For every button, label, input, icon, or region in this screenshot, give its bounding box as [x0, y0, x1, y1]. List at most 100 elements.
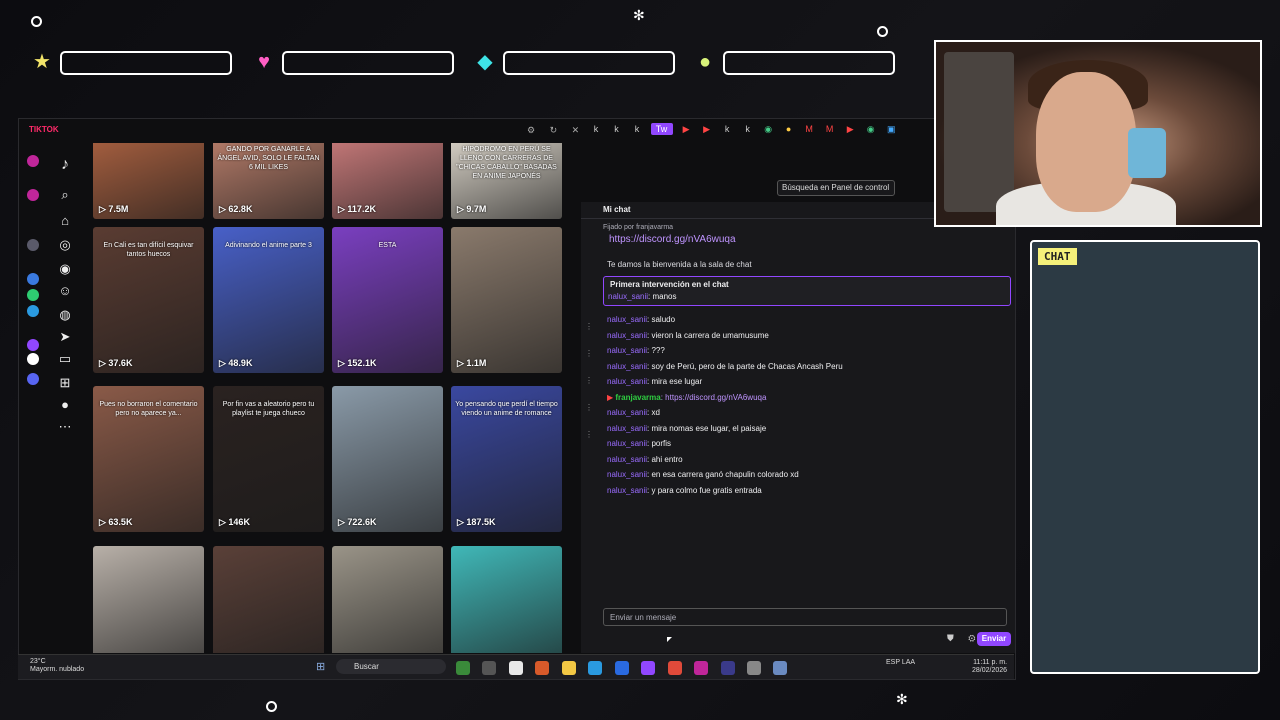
messages-icon[interactable]: ➤	[57, 329, 73, 345]
video-thumbnail[interactable]	[451, 546, 562, 653]
video-thumbnail[interactable]: Adivinando el anime parte 3 ▷ 48.9K	[213, 227, 324, 373]
video-thumbnail[interactable]	[332, 546, 443, 653]
rail-app-icon[interactable]	[27, 189, 39, 201]
video-view-count: ▷ 37.6K	[99, 358, 132, 369]
taskbar-app-icon[interactable]	[535, 660, 550, 675]
taskbar-app-icon[interactable]	[641, 660, 656, 675]
play-icon: ▷	[338, 358, 348, 368]
video-thumbnail[interactable]: GANDO POR GANARLE A ÁNGEL AVID, SOLO LE …	[213, 143, 324, 219]
language-indicator[interactable]: ESP LAA	[886, 659, 915, 666]
home-icon[interactable]: ⌂	[57, 213, 73, 229]
chat-username[interactable]: nalux_sanii	[607, 424, 647, 433]
rail-app-icon[interactable]	[27, 373, 39, 385]
explore-icon[interactable]: ◎	[57, 237, 73, 253]
chat-message: nalux_sanii: saludo	[607, 315, 1007, 331]
video-thumbnail[interactable]: ▷ 7.5M	[93, 143, 204, 219]
tab-kick[interactable]: k	[630, 123, 644, 135]
rail-app-icon[interactable]	[27, 273, 39, 285]
video-thumbnail[interactable]	[213, 546, 324, 653]
video-thumbnail[interactable]	[93, 546, 204, 653]
rail-app-icon[interactable]	[27, 305, 39, 317]
profile-avatar[interactable]: ●	[57, 397, 73, 413]
live-icon[interactable]: ◉	[57, 261, 73, 277]
taskbar-clock[interactable]: 11:11 p. m. 28/02/2026	[972, 659, 1007, 675]
tab-app[interactable]: ●	[782, 123, 796, 135]
taskbar-app-icon[interactable]	[694, 660, 709, 675]
tab-kick[interactable]: k	[610, 123, 624, 135]
rail-app-icon[interactable]	[27, 239, 39, 251]
chat-username[interactable]: nalux_sanii	[607, 470, 647, 479]
search-icon[interactable]: ⌕	[57, 187, 73, 203]
taskbar-app-icon[interactable]	[561, 660, 576, 675]
video-thumbnail[interactable]: ▷ 1.1M	[451, 227, 562, 373]
first-message: nalux_sanii: manos	[608, 292, 677, 301]
tab-chrome[interactable]: ◉	[864, 123, 878, 135]
tab-twitch[interactable]: Tw	[650, 123, 673, 135]
upload-icon[interactable]: ⊞	[57, 375, 73, 391]
chat-username[interactable]: nalux_sanii	[607, 331, 647, 340]
coin-icon: ●	[698, 51, 712, 73]
chat-username[interactable]: nalux_sanii	[607, 455, 647, 464]
tiktok-logo-icon[interactable]: ♪	[57, 157, 73, 173]
video-thumbnail[interactable]: ESTA ▷ 152.1K	[332, 227, 443, 373]
tab-chrome[interactable]: ◉	[761, 123, 775, 135]
tab-app[interactable]: ▣	[884, 123, 898, 135]
tab-youtube[interactable]: ▶	[700, 123, 714, 135]
tab-kick[interactable]: k	[589, 123, 603, 135]
chat-username[interactable]: nalux_sanii	[607, 346, 647, 355]
dashboard-search-input[interactable]: Búsqueda en Panel de control	[777, 180, 895, 196]
video-thumbnail[interactable]: Yo pensando que perdí el tiempo viendo u…	[451, 386, 562, 532]
chat-text[interactable]: : https://discord.gg/nVA6wuqa	[661, 393, 767, 402]
taskbar-app-icon[interactable]	[746, 660, 761, 675]
video-thumbnail[interactable]: HIPÓDROMO EN PERÚ SE LLENÓ CON CARRERAS …	[451, 143, 562, 219]
chat-title[interactable]: Mi chat	[603, 205, 631, 214]
following-icon[interactable]: ☺	[57, 283, 73, 299]
chat-username[interactable]: nalux_sanii	[607, 486, 647, 495]
rail-app-icon[interactable]	[27, 353, 39, 365]
chat-username[interactable]: nalux_sanii	[607, 315, 647, 324]
start-button[interactable]: ⊞	[316, 660, 325, 673]
chat-message-input[interactable]: Enviar un mensaje	[603, 608, 1007, 626]
inbox-icon[interactable]: ▭	[57, 351, 73, 367]
chat-username[interactable]: nalux_sanii	[607, 408, 647, 417]
chat-username[interactable]: franjavarma	[615, 393, 660, 402]
tab-kick[interactable]: k	[741, 123, 755, 135]
video-thumbnail[interactable]: Pues no borraron el comentario pero no a…	[93, 386, 204, 532]
rail-app-icon[interactable]	[27, 339, 39, 351]
video-thumbnail[interactable]: ▷ 117.2K	[332, 143, 443, 219]
taskbar-app-icon[interactable]	[614, 660, 629, 675]
rail-app-icon[interactable]	[27, 155, 39, 167]
taskbar-app-icon[interactable]	[482, 660, 497, 675]
view-count-value: 37.6K	[108, 358, 133, 368]
play-icon: ▷	[338, 517, 348, 527]
pinned-by-label: Fijado por	[603, 224, 635, 231]
friends-icon[interactable]: ◍	[57, 307, 73, 323]
window-controls[interactable]: ⚙ ↻ ✕	[527, 125, 585, 136]
pinned-user[interactable]: franjavarma	[636, 224, 673, 231]
tab-kick[interactable]: k	[720, 123, 734, 135]
chat-username[interactable]: nalux_sanii	[607, 362, 647, 371]
tab-youtube[interactable]: ▶	[843, 123, 857, 135]
taskbar-app-icon[interactable]	[773, 660, 788, 675]
video-thumbnail[interactable]: ▷ 722.6K	[332, 386, 443, 532]
chat-username[interactable]: nalux_sanii	[608, 292, 648, 301]
tab-gmail[interactable]: M	[802, 123, 816, 135]
tab-gmail[interactable]: M	[823, 123, 837, 135]
system-tray[interactable]: ESP LAA	[886, 659, 915, 666]
taskbar-app-icon[interactable]	[667, 660, 682, 675]
taskbar-app-icon[interactable]	[588, 660, 603, 675]
pinned-link[interactable]: https://discord.gg/nVA6wuqa	[609, 234, 736, 245]
video-thumbnail[interactable]: Por fin vas a aleatorio pero tu playlist…	[213, 386, 324, 532]
taskbar-app-icon[interactable]	[508, 660, 523, 675]
taskbar-app-icon[interactable]	[720, 660, 735, 675]
tab-youtube[interactable]: ▶	[679, 123, 693, 135]
more-icon[interactable]: ⋯	[57, 419, 73, 435]
video-thumbnail[interactable]: En Cali es tan difícil esquivar tantos h…	[93, 227, 204, 373]
taskbar-app-icon[interactable]	[456, 660, 470, 675]
weather-widget[interactable]: 23°C Mayorm. nublado	[30, 658, 84, 674]
taskbar-search[interactable]: Buscar	[336, 659, 446, 674]
chat-send-button[interactable]: Enviar	[977, 632, 1011, 646]
chat-username[interactable]: nalux_sanii	[607, 439, 647, 448]
chat-username[interactable]: nalux_sanii	[607, 377, 647, 386]
rail-app-icon[interactable]	[27, 289, 39, 301]
